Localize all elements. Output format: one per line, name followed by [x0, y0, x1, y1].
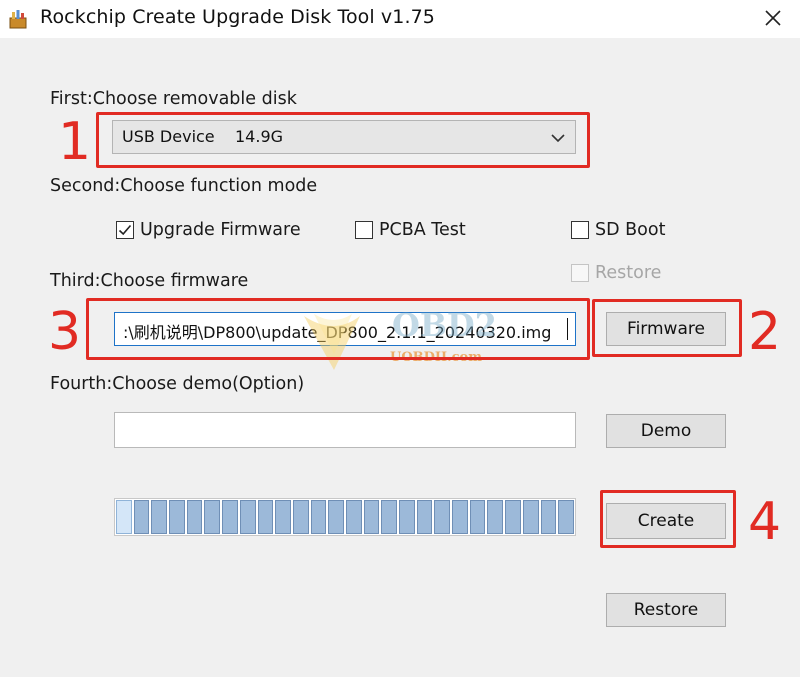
progress-segment [469, 500, 486, 534]
first-step-label: First:Choose removable disk [50, 89, 297, 109]
annotation-box-2 [592, 299, 742, 357]
annotation-box-4 [600, 490, 736, 548]
annotation-box-1 [96, 112, 590, 168]
progress-segment [363, 500, 380, 534]
progress-segment [239, 500, 256, 534]
progress-segment [204, 500, 221, 534]
sd-boot-checkbox[interactable]: SD Boot [571, 220, 665, 240]
progress-segment [345, 500, 362, 534]
annotation-marker-2: 2 [748, 302, 782, 362]
pcba-test-label: PCBA Test [379, 220, 466, 240]
progress-segment [434, 500, 451, 534]
checkmark-icon [118, 224, 132, 236]
progress-segment [558, 500, 574, 534]
window-title: Rockchip Create Upgrade Disk Tool v1.75 [40, 6, 435, 28]
restore-label: Restore [595, 263, 662, 283]
progress-segment [381, 500, 397, 534]
title-bar: Rockchip Create Upgrade Disk Tool v1.75 [0, 0, 800, 38]
annotation-box-3 [86, 298, 590, 360]
progress-segment [505, 500, 521, 534]
second-step-label: Second:Choose function mode [50, 176, 318, 196]
progress-segment [222, 500, 238, 534]
progress-segment [328, 500, 344, 534]
app-icon [8, 9, 28, 29]
progress-segment [116, 500, 132, 534]
annotation-marker-1: 1 [58, 112, 92, 172]
progress-bar [114, 498, 576, 536]
upgrade-firmware-label: Upgrade Firmware [140, 220, 301, 240]
progress-segment [275, 500, 291, 534]
third-step-label: Third:Choose firmware [50, 271, 249, 291]
pcba-test-checkbox[interactable]: PCBA Test [355, 220, 466, 240]
fourth-step-label: Fourth:Choose demo(Option) [50, 374, 305, 394]
progress-segment [416, 500, 433, 534]
progress-segment [522, 500, 539, 534]
annotation-marker-3: 3 [48, 302, 82, 362]
demo-path-input[interactable] [114, 412, 576, 448]
restore-checkbox: Restore [571, 263, 661, 283]
restore-button[interactable]: Restore [606, 593, 726, 627]
progress-segment [186, 500, 203, 534]
progress-segment [151, 500, 168, 534]
progress-segment [257, 500, 274, 534]
annotation-marker-4: 4 [748, 492, 782, 552]
demo-button[interactable]: Demo [606, 414, 726, 448]
close-icon[interactable] [760, 5, 786, 31]
progress-segment [452, 500, 468, 534]
progress-segment [487, 500, 504, 534]
progress-segment [540, 500, 557, 534]
checkbox-box[interactable] [116, 221, 134, 239]
progress-segment [310, 500, 327, 534]
progress-segment [292, 500, 309, 534]
upgrade-firmware-checkbox[interactable]: Upgrade Firmware [116, 220, 301, 240]
checkbox-box [571, 264, 589, 282]
progress-segment [399, 500, 415, 534]
checkbox-box[interactable] [571, 221, 589, 239]
sd-boot-label: SD Boot [595, 220, 666, 240]
checkbox-box[interactable] [355, 221, 373, 239]
progress-segment [169, 500, 185, 534]
progress-segment [133, 500, 150, 534]
